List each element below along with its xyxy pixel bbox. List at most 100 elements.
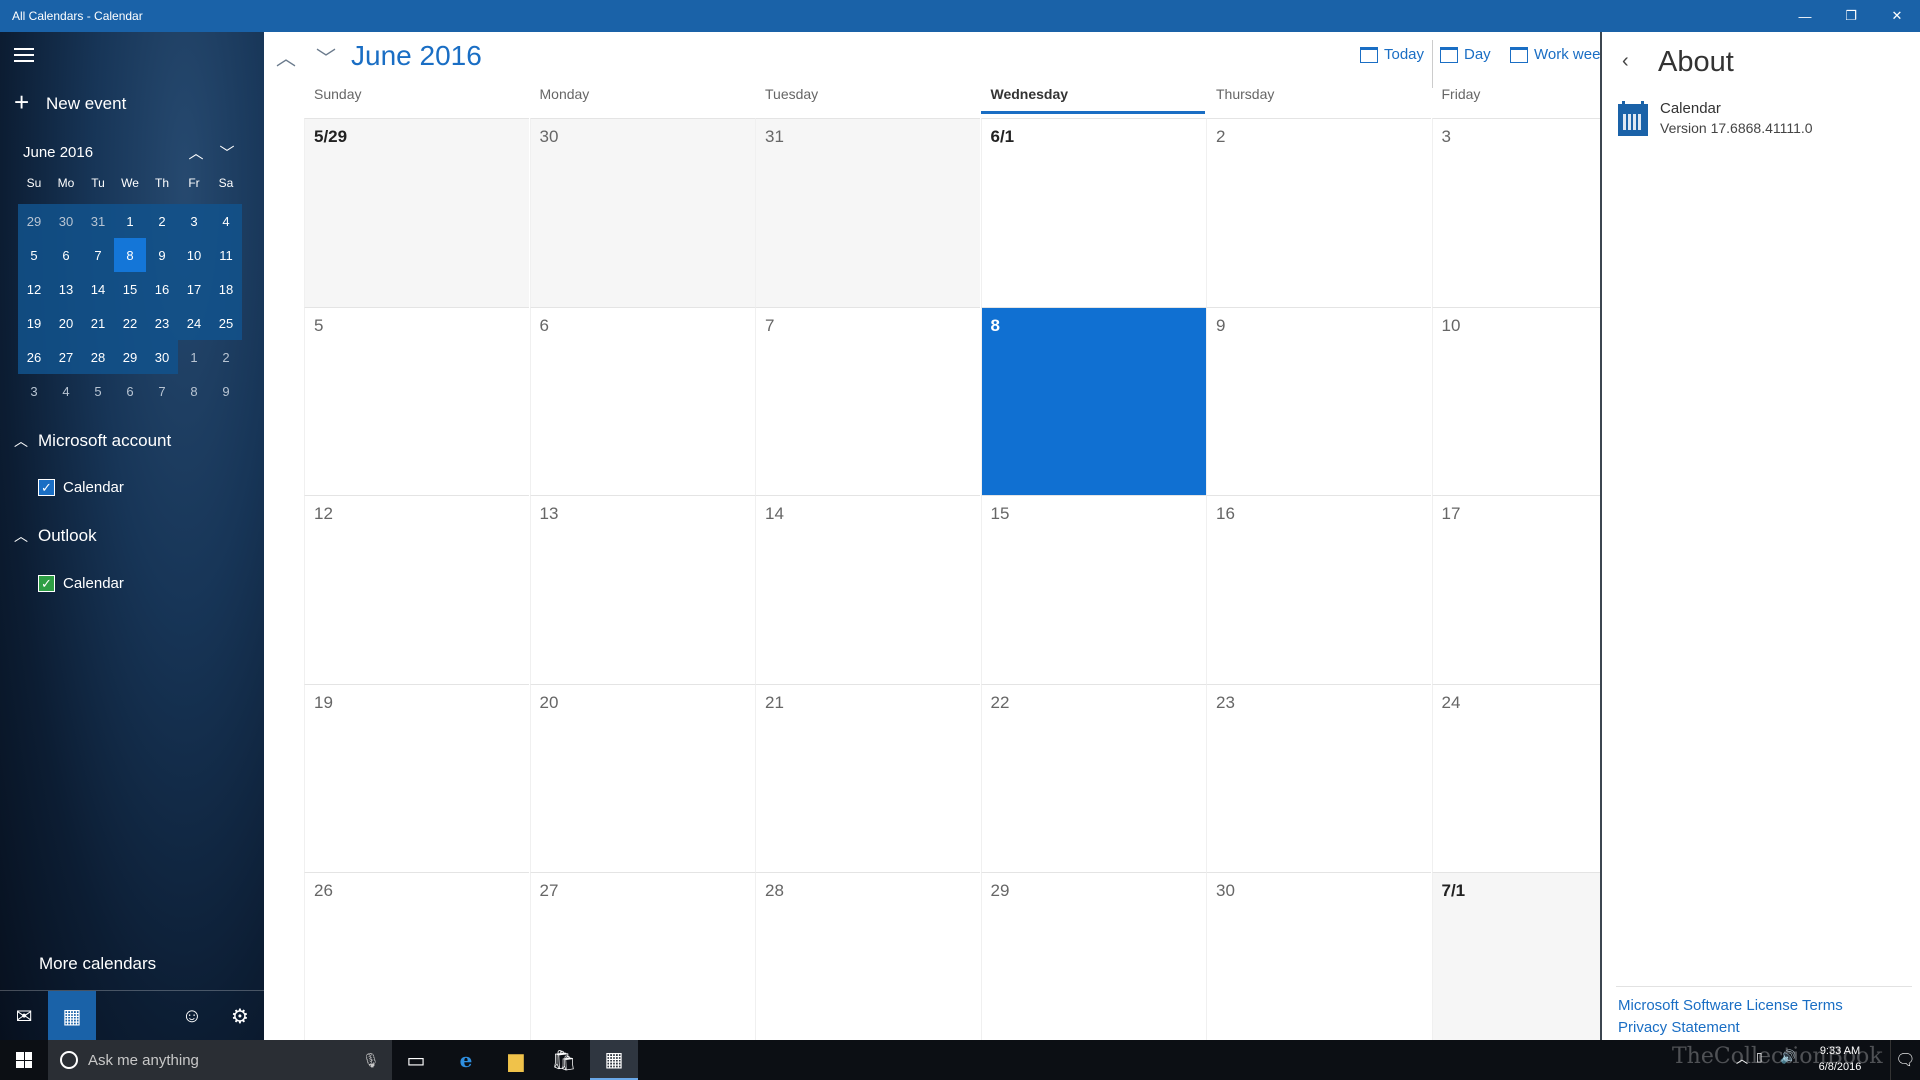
- store-icon[interactable]: 🛍: [540, 1040, 588, 1080]
- calendar-checkbox[interactable]: ✓: [38, 575, 55, 592]
- mini-calendar-day[interactable]: 2: [146, 204, 178, 238]
- month-title[interactable]: June 2016: [351, 40, 482, 72]
- day-cell[interactable]: 31: [755, 118, 980, 307]
- account-outlook[interactable]: ︿ Outlook: [14, 526, 97, 546]
- day-cell[interactable]: 15: [980, 495, 1206, 684]
- day-cell[interactable]: 17: [1431, 495, 1600, 684]
- mini-calendar-day[interactable]: 9: [146, 238, 178, 272]
- mini-calendar-day[interactable]: 14: [82, 272, 114, 306]
- day-cell[interactable]: 5/29: [304, 118, 529, 307]
- mini-calendar-day[interactable]: 19: [18, 306, 50, 340]
- calendar-item-microsoft[interactable]: ✓ Calendar: [38, 479, 124, 496]
- day-cell[interactable]: 19: [304, 683, 529, 872]
- mini-calendar-day[interactable]: 8: [178, 374, 210, 408]
- mini-calendar-day[interactable]: 27: [50, 340, 82, 374]
- action-center-icon[interactable]: 🗨: [1890, 1040, 1920, 1080]
- mini-calendar-day[interactable]: 20: [50, 306, 82, 340]
- day-cell[interactable]: 7/1: [1431, 872, 1600, 1040]
- mail-icon[interactable]: ✉: [0, 991, 48, 1041]
- today-button[interactable]: Today: [1360, 46, 1424, 63]
- day-cell[interactable]: 7: [755, 306, 980, 495]
- mini-calendar-day[interactable]: 15: [114, 272, 146, 306]
- day-cell[interactable]: 20: [529, 683, 755, 872]
- mini-calendar-day[interactable]: 16: [146, 272, 178, 306]
- day-cell[interactable]: 9: [1206, 306, 1431, 495]
- system-clock[interactable]: 9:33 AM 6/8/2016: [1810, 1043, 1870, 1075]
- day-cell[interactable]: 21: [755, 683, 980, 872]
- mini-calendar-day[interactable]: 26: [18, 340, 50, 374]
- mini-calendar-next-icon[interactable]: ﹀: [215, 140, 239, 164]
- next-month-icon[interactable]: ﹀: [312, 42, 340, 70]
- mini-calendar-day[interactable]: 22: [114, 306, 146, 340]
- day-cell[interactable]: 30: [1206, 872, 1431, 1040]
- day-cell[interactable]: 16: [1206, 495, 1431, 684]
- mini-calendar-day[interactable]: 10: [178, 238, 210, 272]
- mini-calendar-day[interactable]: 9: [210, 374, 242, 408]
- mini-calendar-day[interactable]: 3: [178, 204, 210, 238]
- mini-calendar-day[interactable]: 29: [114, 340, 146, 374]
- mini-calendar-day[interactable]: 2: [210, 340, 242, 374]
- mini-calendar-day[interactable]: 18: [210, 272, 242, 306]
- day-cell[interactable]: 14: [755, 495, 980, 684]
- mini-calendar-day[interactable]: 23: [146, 306, 178, 340]
- hamburger-menu-icon[interactable]: [14, 48, 34, 62]
- mini-calendar-day[interactable]: 3: [18, 374, 50, 408]
- day-cell[interactable]: 6: [529, 306, 755, 495]
- mini-calendar-day[interactable]: 30: [50, 204, 82, 238]
- day-cell[interactable]: 3: [1431, 118, 1600, 307]
- day-cell[interactable]: 27: [529, 872, 755, 1040]
- calendar-checkbox[interactable]: ✓: [38, 479, 55, 496]
- day-cell[interactable]: 28: [755, 872, 980, 1040]
- work-week-view-button[interactable]: Work week: [1510, 46, 1600, 63]
- mini-calendar-day[interactable]: 25: [210, 306, 242, 340]
- license-terms-link[interactable]: Microsoft Software License Terms: [1618, 997, 1843, 1014]
- close-button[interactable]: ✕: [1874, 0, 1920, 32]
- day-cell[interactable]: 6/1: [980, 118, 1206, 307]
- mini-calendar-day[interactable]: 6: [114, 374, 146, 408]
- feedback-smiley-icon[interactable]: ☺: [168, 991, 216, 1041]
- more-calendars-link[interactable]: More calendars: [39, 954, 156, 974]
- account-microsoft[interactable]: ︿ Microsoft account: [14, 431, 171, 451]
- day-cell[interactable]: 24: [1431, 683, 1600, 872]
- day-cell[interactable]: 26: [304, 872, 529, 1040]
- network-icon[interactable]: ▯: [1756, 1050, 1763, 1064]
- day-view-button[interactable]: Day: [1440, 46, 1491, 63]
- mini-calendar-day[interactable]: 4: [50, 374, 82, 408]
- day-cell[interactable]: 29: [980, 872, 1206, 1040]
- previous-month-icon[interactable]: ︿: [272, 42, 300, 70]
- calendar-item-outlook[interactable]: ✓ Calendar: [38, 575, 124, 592]
- day-cell[interactable]: 2: [1206, 118, 1431, 307]
- day-cell[interactable]: 23: [1206, 683, 1431, 872]
- mini-calendar-day[interactable]: 8: [114, 238, 146, 272]
- task-view-icon[interactable]: ▭: [392, 1040, 440, 1080]
- mini-calendar-day[interactable]: 21: [82, 306, 114, 340]
- cortana-search-box[interactable]: Ask me anything 🎙: [48, 1040, 392, 1080]
- edge-browser-icon[interactable]: e: [442, 1040, 490, 1080]
- day-cell[interactable]: 30: [529, 118, 755, 307]
- mini-calendar-previous-icon[interactable]: ︿: [184, 140, 208, 164]
- volume-icon[interactable]: 🔊: [1780, 1049, 1796, 1065]
- mini-calendar-day[interactable]: 12: [18, 272, 50, 306]
- day-cell[interactable]: 10: [1431, 306, 1600, 495]
- mini-calendar-day[interactable]: 11: [210, 238, 242, 272]
- mini-calendar-day[interactable]: 4: [210, 204, 242, 238]
- microphone-icon[interactable]: 🎙: [362, 1052, 392, 1069]
- mini-calendar-day[interactable]: 13: [50, 272, 82, 306]
- privacy-statement-link[interactable]: Privacy Statement: [1618, 1019, 1740, 1036]
- day-cell[interactable]: 22: [980, 683, 1206, 872]
- day-cell[interactable]: 13: [529, 495, 755, 684]
- mini-calendar-day[interactable]: 7: [146, 374, 178, 408]
- mini-calendar-day[interactable]: 31: [82, 204, 114, 238]
- new-event-button[interactable]: + New event: [14, 87, 126, 118]
- day-cell[interactable]: 8: [980, 306, 1206, 495]
- day-cell[interactable]: 5: [304, 306, 529, 495]
- calendar-taskbar-icon[interactable]: ▦: [590, 1040, 638, 1080]
- tray-chevron-icon[interactable]: ︿: [1736, 1050, 1748, 1067]
- mini-calendar-day[interactable]: 17: [178, 272, 210, 306]
- mini-calendar-month[interactable]: June 2016: [23, 144, 93, 161]
- back-arrow-icon[interactable]: ‹: [1622, 50, 1629, 73]
- mini-calendar-day[interactable]: 29: [18, 204, 50, 238]
- calendar-app-icon[interactable]: ▦: [48, 991, 96, 1041]
- mini-calendar-day[interactable]: 1: [178, 340, 210, 374]
- mini-calendar-day[interactable]: 5: [18, 238, 50, 272]
